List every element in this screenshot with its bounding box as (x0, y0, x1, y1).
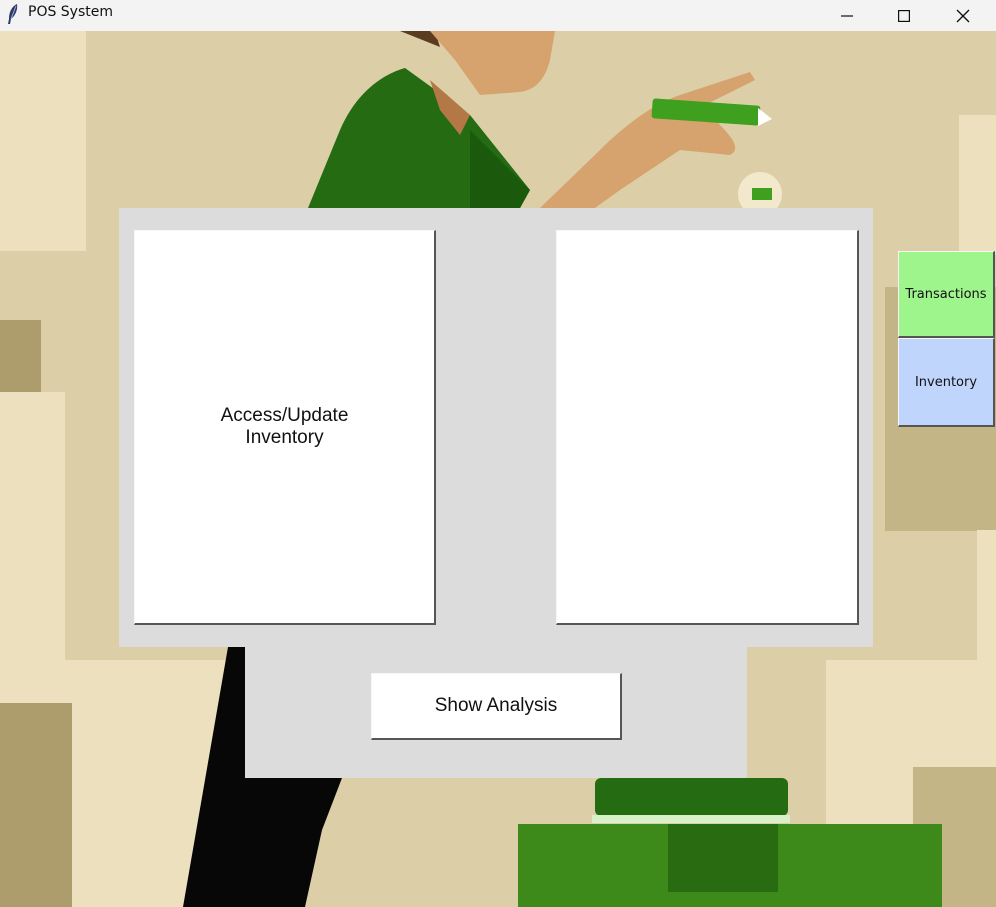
title-bar: POS System (0, 0, 996, 32)
inventory-button[interactable]: Inventory (898, 338, 995, 427)
window-title: POS System (28, 4, 114, 20)
maximize-icon (898, 9, 910, 22)
transactions-button[interactable]: Transactions (898, 251, 995, 338)
close-icon (956, 9, 970, 22)
show-analysis-button[interactable]: Show Analysis (371, 673, 622, 740)
minimize-icon (841, 14, 853, 17)
access-update-inventory-button[interactable]: Access/Update Inventory (134, 230, 436, 625)
blank-card-button[interactable] (556, 230, 859, 625)
access-update-inventory-label: Access/Update Inventory (220, 405, 349, 448)
close-button[interactable] (940, 0, 986, 31)
feather-icon (8, 4, 18, 24)
minimize-button[interactable] (824, 0, 870, 31)
maximize-button[interactable] (881, 0, 927, 31)
